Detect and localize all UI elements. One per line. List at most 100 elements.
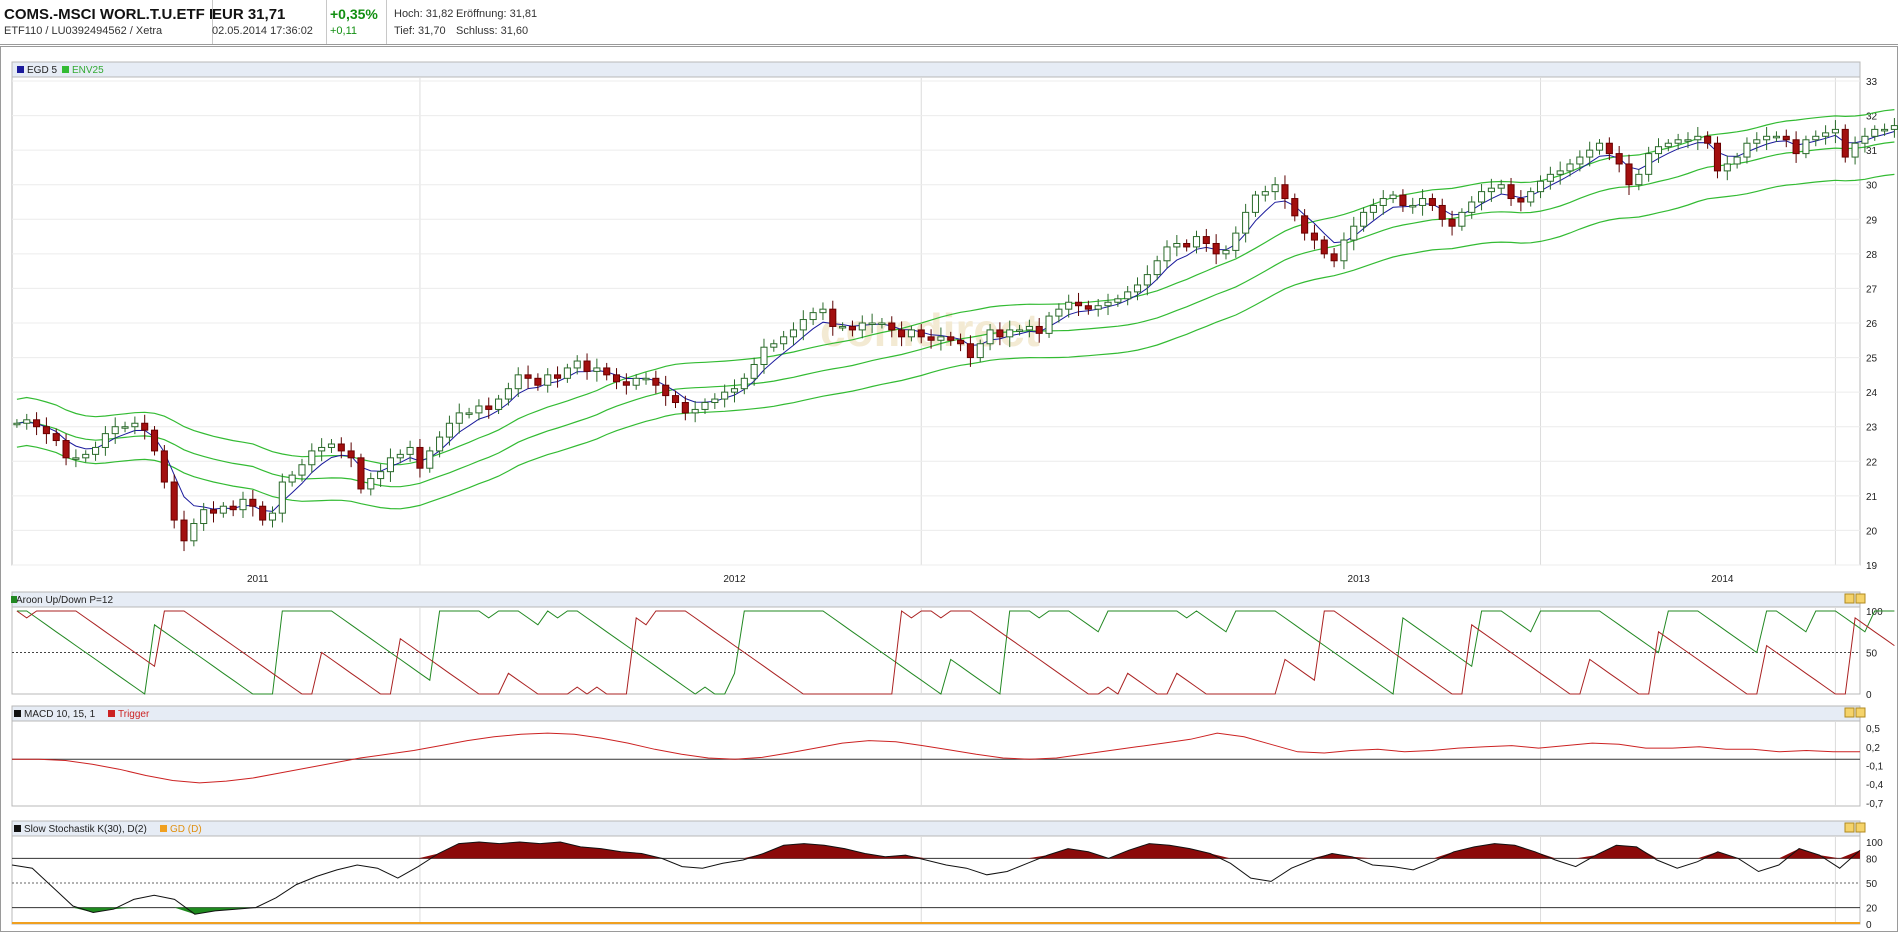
price-y-tick: 21: [1866, 492, 1878, 503]
candle-body: [573, 360, 581, 369]
candle-body: [1016, 329, 1024, 332]
candle-body: [249, 498, 257, 507]
candle-body: [957, 339, 965, 345]
candle-body: [1232, 232, 1240, 251]
candle-body: [33, 419, 41, 428]
candle-body: [1586, 149, 1594, 158]
stoch-panel-header: [11, 820, 1861, 837]
candle-body: [1566, 163, 1574, 172]
candle-body: [308, 450, 316, 466]
candle-body: [42, 426, 50, 435]
candle-body: [1133, 284, 1142, 293]
candle-body: [1310, 232, 1318, 241]
candle-body: [504, 388, 512, 400]
candle-body: [1369, 204, 1377, 213]
candle-body: [1802, 139, 1810, 155]
candle-body: [799, 319, 807, 331]
instrument-ids: ETF110 / LU0392494562 / Xetra: [4, 25, 163, 37]
candle-body: [416, 446, 424, 469]
macd-y-tick: -0,1: [1866, 762, 1884, 773]
candle-body: [1399, 194, 1407, 206]
candle-body: [219, 505, 227, 514]
stoch-y-tick: 20: [1866, 904, 1878, 915]
candle-body: [1782, 135, 1790, 141]
price-x-tick: 2012: [723, 574, 746, 585]
candle-body: [200, 509, 208, 525]
trigger-swatch: [108, 710, 115, 717]
panel-settings-icon: [1844, 707, 1855, 718]
legend-swatch-env: [62, 66, 69, 73]
candle-body: [72, 457, 80, 460]
candle-body: [475, 405, 483, 414]
candle: [170, 474, 178, 529]
candle-body: [1320, 239, 1328, 255]
candle-body: [996, 329, 1004, 338]
candle-body: [966, 343, 974, 359]
candle-body: [465, 412, 473, 415]
candle-body: [1556, 170, 1564, 175]
price-y-tick: 33: [1866, 77, 1878, 88]
candle-body: [701, 402, 709, 410]
candle-body: [907, 329, 915, 338]
candle-body: [632, 377, 640, 386]
candle-body: [1074, 301, 1083, 307]
candle-body: [1664, 142, 1672, 148]
candle-body: [1350, 225, 1358, 241]
candle: [357, 453, 365, 494]
candle-body: [1055, 308, 1063, 317]
candle-body: [455, 412, 463, 424]
candle-body: [1251, 194, 1260, 213]
price-cell: EUR 31,71 02.05.2014 17:36:02: [212, 0, 327, 44]
ohlc-cell: Hoch: 31,82 Eröffnung: 31,81 Tief: 31,70…: [386, 0, 546, 44]
aroon-y-tick: 50: [1866, 649, 1878, 660]
gd-label: GD (D): [170, 824, 202, 835]
candle-body: [554, 374, 562, 379]
macd-y-tick: -0,4: [1866, 780, 1884, 791]
candle-body: [337, 443, 345, 452]
candle-body: [1330, 253, 1338, 262]
macd-title: MACD 10, 15, 1: [24, 709, 96, 720]
candle-body: [1242, 211, 1250, 234]
price-x-tick: 2011: [247, 574, 269, 585]
macd-panel-header: [11, 705, 1861, 722]
candle-body: [1104, 301, 1112, 307]
candle-body: [1772, 135, 1780, 139]
candle-body: [1202, 236, 1210, 244]
candle-body: [1792, 139, 1800, 155]
candle-body: [1625, 163, 1633, 186]
close-value: Schluss: 31,60: [456, 25, 529, 37]
candle-body: [1831, 128, 1839, 134]
legend-label-env: ENV25: [72, 65, 104, 76]
candle-body: [1271, 184, 1279, 193]
candle-body: [888, 322, 896, 331]
price-panel-header: [11, 61, 1861, 78]
candle-body: [1517, 198, 1525, 203]
candle-body: [229, 505, 237, 511]
candle-body: [268, 512, 277, 521]
candle-body: [544, 374, 552, 386]
candle-body: [1635, 173, 1643, 186]
candle-body: [927, 336, 935, 341]
candle-body: [1595, 142, 1604, 151]
candle-body: [1645, 153, 1653, 175]
candle-body: [1428, 198, 1436, 206]
low-value: Tief: 31,70: [394, 25, 446, 37]
candle-body: [780, 336, 788, 345]
candle-body: [711, 398, 719, 404]
candle-body: [819, 308, 827, 314]
candle-body: [1497, 184, 1505, 189]
candle-body: [1281, 184, 1289, 200]
candle-body: [131, 422, 139, 428]
candle-body: [436, 436, 444, 452]
candle-body: [1763, 135, 1771, 141]
candle-body: [1045, 315, 1053, 334]
candle-body: [259, 505, 267, 521]
price-y-tick: 24: [1866, 388, 1878, 399]
open-value: Eröffnung: 31,81: [456, 8, 538, 20]
candle-body: [829, 308, 837, 327]
candle-body: [947, 336, 955, 341]
candle-body: [563, 367, 571, 379]
candle-body: [583, 360, 591, 372]
candle-body: [1615, 153, 1623, 165]
candle-body: [1301, 215, 1309, 234]
